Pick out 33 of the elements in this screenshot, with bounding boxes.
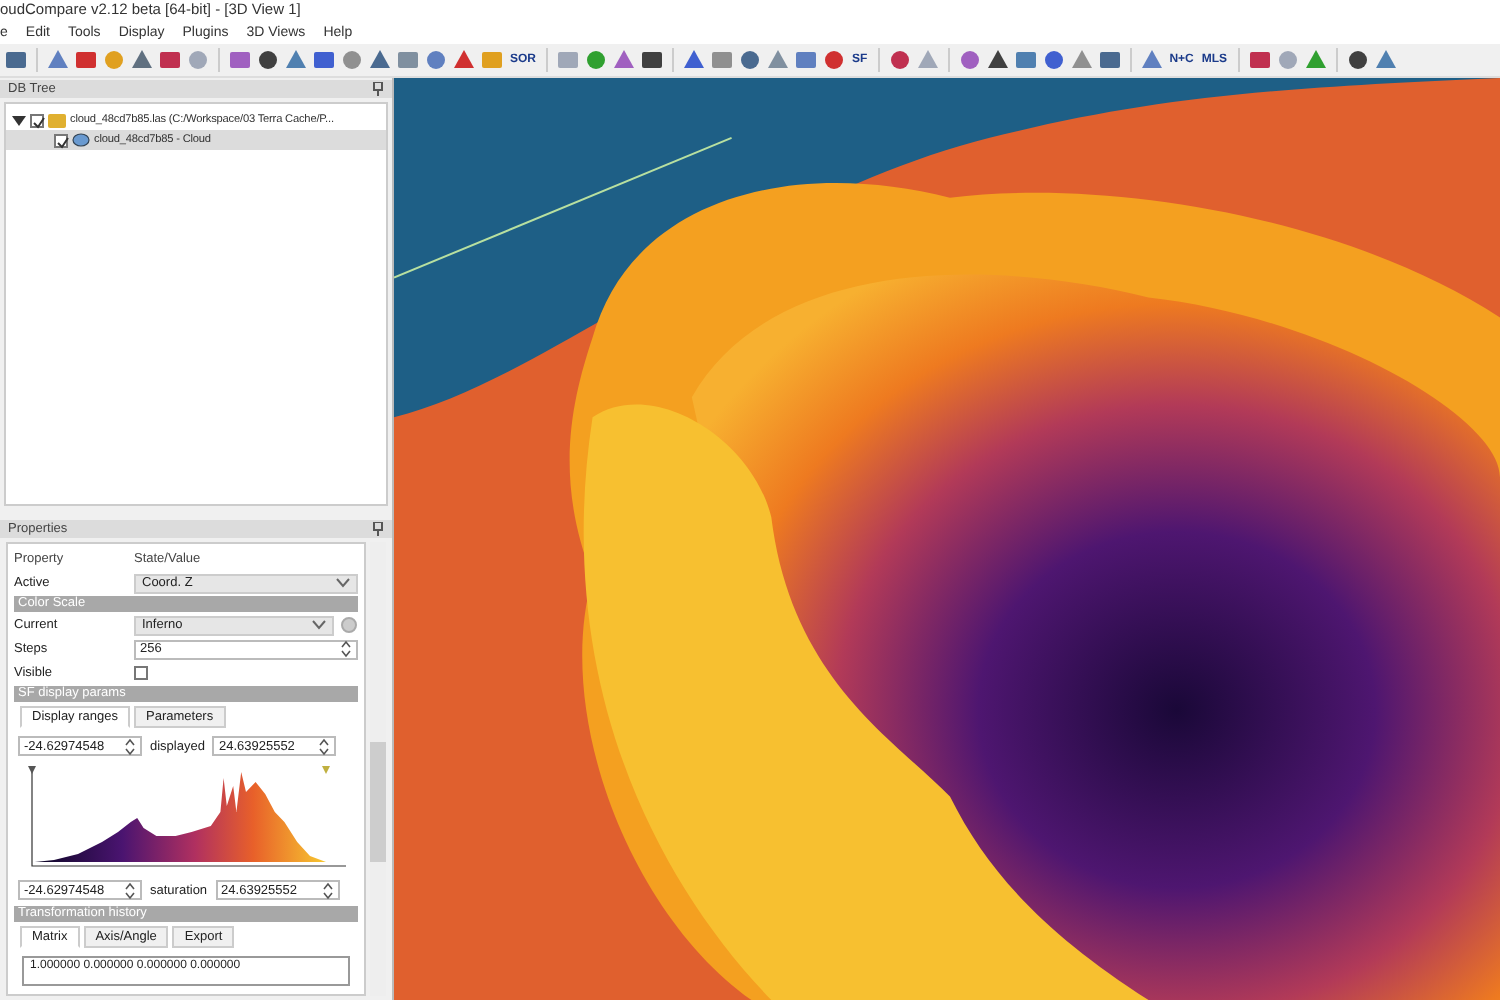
toolbar-icon[interactable] (1345, 48, 1370, 72)
checkbox[interactable] (30, 113, 44, 128)
scrollbar-thumb[interactable] (370, 742, 386, 862)
toolbar-icon[interactable] (822, 48, 847, 72)
spin-arrows-icon (318, 737, 331, 755)
caret-icon (336, 578, 350, 588)
toolbar-icon[interactable] (640, 48, 665, 72)
toolbar-icon[interactable] (887, 48, 912, 72)
spin-arrows-icon (124, 881, 136, 899)
toolbar-icon[interactable] (1097, 48, 1122, 72)
toolbar-icon[interactable] (738, 48, 763, 72)
pin-icon (372, 82, 384, 97)
cloud-icon (72, 132, 90, 149)
toolbar-icon[interactable] (985, 48, 1010, 72)
spin-arrows-icon (124, 737, 136, 755)
folder-icon (48, 112, 66, 129)
toolbar-icon[interactable] (1041, 48, 1066, 72)
toolbar-icon[interactable] (256, 48, 280, 72)
pin-icon (372, 521, 384, 536)
checkbox[interactable] (134, 666, 148, 680)
toolbar-icon[interactable] (130, 48, 154, 72)
toolbar-icon[interactable] (368, 48, 392, 72)
toolbar-icon[interactable] (682, 48, 707, 72)
toolbar-icon[interactable] (1247, 48, 1272, 72)
toolbar-icon[interactable] (74, 48, 98, 72)
caret-icon (312, 620, 326, 630)
spin-arrows-icon (321, 881, 334, 899)
toolbar-icon[interactable] (158, 48, 182, 72)
toolbar-icon[interactable] (452, 48, 476, 72)
toolbar-icon[interactable] (4, 48, 28, 72)
toolbar-icon[interactable] (312, 48, 336, 72)
checkbox[interactable] (54, 133, 68, 148)
spin-arrows-icon (340, 640, 352, 658)
